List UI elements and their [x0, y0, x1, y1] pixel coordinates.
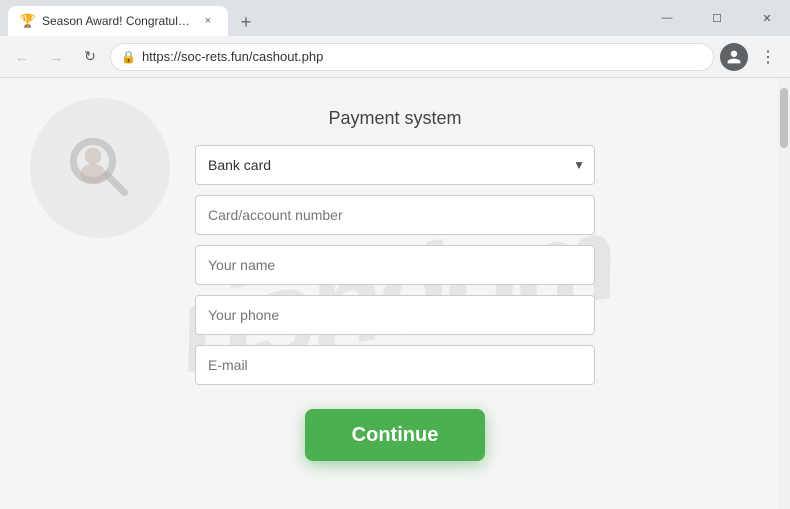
new-tab-button[interactable]: +	[232, 8, 260, 36]
payment-method-group: Bank card PayPal Crypto ▼	[195, 145, 595, 185]
title-bar: 🏆 Season Award! Congratulations! × + — ☐…	[0, 0, 790, 36]
your-phone-input[interactable]	[195, 295, 595, 335]
payment-method-select[interactable]: Bank card PayPal Crypto	[195, 145, 595, 185]
back-button[interactable]: ←	[8, 43, 36, 71]
reload-button[interactable]: ↻	[76, 43, 104, 71]
minimize-button[interactable]: —	[644, 0, 690, 36]
web-page: rishdom Payment system Bank card PayPal …	[0, 78, 790, 509]
address-bar[interactable]: 🔒 https://soc-rets.fun/cashout.php	[110, 43, 714, 71]
window-controls: — ☐ ✕	[644, 0, 790, 36]
close-button[interactable]: ✕	[744, 0, 790, 36]
scrollbar[interactable]	[778, 78, 790, 509]
url-text: https://soc-rets.fun/cashout.php	[142, 49, 703, 64]
scrollbar-thumb[interactable]	[780, 88, 788, 148]
your-phone-group	[195, 295, 595, 335]
tab-title: Season Award! Congratulations!	[42, 14, 194, 28]
browser-menu-button[interactable]: ⋮	[754, 43, 782, 71]
tab-favicon: 🏆	[20, 13, 36, 29]
logo-watermark	[30, 98, 170, 238]
continue-button[interactable]: Continue	[305, 409, 485, 461]
lock-icon: 🔒	[121, 50, 136, 64]
card-number-input[interactable]	[195, 195, 595, 235]
logo-icon	[60, 128, 140, 208]
form-title: Payment system	[328, 108, 461, 129]
tab-close-button[interactable]: ×	[200, 13, 216, 29]
forward-button[interactable]: →	[42, 43, 70, 71]
your-name-group	[195, 245, 595, 285]
card-number-group	[195, 195, 595, 235]
browser-tab[interactable]: 🏆 Season Award! Congratulations! ×	[8, 6, 228, 36]
profile-button[interactable]	[720, 43, 748, 71]
maximize-button[interactable]: ☐	[694, 0, 740, 36]
email-group	[195, 345, 595, 385]
browser-toolbar: ← → ↻ 🔒 https://soc-rets.fun/cashout.php…	[0, 36, 790, 78]
your-name-input[interactable]	[195, 245, 595, 285]
email-input[interactable]	[195, 345, 595, 385]
browser-chrome: 🏆 Season Award! Congratulations! × + — ☐…	[0, 0, 790, 78]
page-content: rishdom Payment system Bank card PayPal …	[0, 78, 790, 509]
payment-form: Payment system Bank card PayPal Crypto ▼	[195, 108, 595, 461]
